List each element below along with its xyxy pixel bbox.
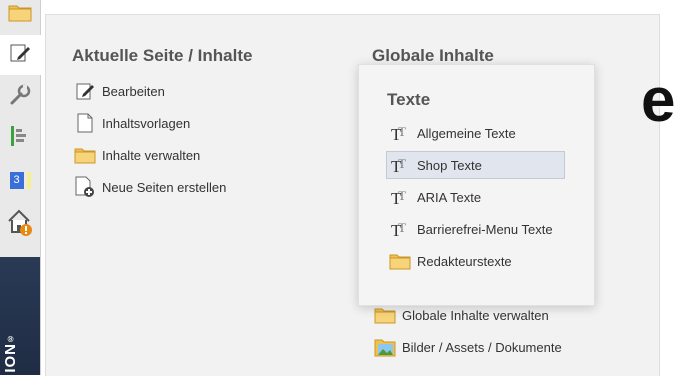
edit-icon xyxy=(9,42,31,69)
right-column-title: Globale Inhalte xyxy=(372,46,494,65)
side-toolbar: 3 ION® xyxy=(0,0,41,375)
link-globale-inhalte-verwalten[interactable]: Globale Inhalte verwalten xyxy=(374,304,549,326)
text-icon: TT xyxy=(389,187,411,207)
folder-icon xyxy=(374,304,396,326)
menu-item-label: Redakteurstexte xyxy=(417,253,512,269)
link-label: Globale Inhalte verwalten xyxy=(402,307,549,323)
link-bilder-assets[interactable]: Bilder / Assets / Dokumente xyxy=(374,336,562,358)
menu-item-aria-texte[interactable]: TT ARIA Texte xyxy=(386,183,565,211)
page-icon xyxy=(74,112,96,134)
new-page-icon xyxy=(74,176,96,198)
link-label: Bearbeiten xyxy=(102,83,165,99)
menu-item-shop-texte[interactable]: TT Shop Texte xyxy=(386,151,565,179)
svg-text:T: T xyxy=(398,124,406,139)
link-label: Inhalte verwalten xyxy=(102,147,201,163)
sidebar-item-badge[interactable]: 3 xyxy=(0,160,40,200)
sidebar-item-edit[interactable] xyxy=(0,35,41,75)
sidebar-item-tools[interactable] xyxy=(0,77,40,117)
text-icon: TT xyxy=(389,219,411,239)
link-label: Bilder / Assets / Dokumente xyxy=(402,339,562,355)
link-label: Neue Seiten erstellen xyxy=(102,179,227,195)
menu-item-allgemeine-texte[interactable]: TT Allgemeine Texte xyxy=(386,119,565,147)
badge-count: 3 xyxy=(9,171,24,189)
wrench-icon xyxy=(8,83,32,112)
link-bearbeiten[interactable]: Bearbeiten xyxy=(74,80,165,102)
brand-area: ION® xyxy=(0,257,40,375)
image-icon xyxy=(374,336,396,358)
menu-item-barrierefrei-menu-texte[interactable]: TT Barrierefrei-Menu Texte xyxy=(386,215,565,243)
link-label: Inhaltsvorlagen xyxy=(102,115,191,131)
pencil-icon xyxy=(74,80,96,102)
background-heading-fragment: e xyxy=(641,66,676,135)
svg-text:T: T xyxy=(398,188,406,203)
home-warning-icon xyxy=(6,208,34,243)
link-inhalte-verwalten[interactable]: Inhalte verwalten xyxy=(74,144,200,166)
brand-logo: ION® xyxy=(2,333,19,373)
sidebar-item-folder[interactable] xyxy=(0,0,40,34)
text-icon: TT xyxy=(389,123,411,143)
menu-item-redakteurstexte[interactable]: Redakteurstexte xyxy=(386,247,565,275)
svg-text:T: T xyxy=(398,220,406,235)
sidebar-item-structure[interactable] xyxy=(0,118,40,158)
svg-text:T: T xyxy=(398,156,406,171)
menu-item-label: Allgemeine Texte xyxy=(417,125,516,141)
menu-item-label: Shop Texte xyxy=(417,157,482,173)
badge-icon: 3 xyxy=(9,171,31,189)
folder-icon xyxy=(389,252,411,270)
structure-icon xyxy=(9,125,31,152)
menu-item-label: ARIA Texte xyxy=(417,189,482,205)
folder-icon xyxy=(74,144,96,166)
popup-title: Texte xyxy=(387,90,431,109)
texte-dropdown: Texte TT Allgemeine Texte TT Shop Texte … xyxy=(358,64,595,306)
left-column-title: Aktuelle Seite / Inhalte xyxy=(72,46,253,65)
link-neue-seiten[interactable]: Neue Seiten erstellen xyxy=(74,176,226,198)
menu-item-label: Barrierefrei-Menu Texte xyxy=(417,221,553,237)
text-icon: TT xyxy=(389,155,411,175)
sidebar-item-home[interactable] xyxy=(0,205,40,245)
folder-icon xyxy=(8,2,32,27)
link-inhaltsvorlagen[interactable]: Inhaltsvorlagen xyxy=(74,112,190,134)
